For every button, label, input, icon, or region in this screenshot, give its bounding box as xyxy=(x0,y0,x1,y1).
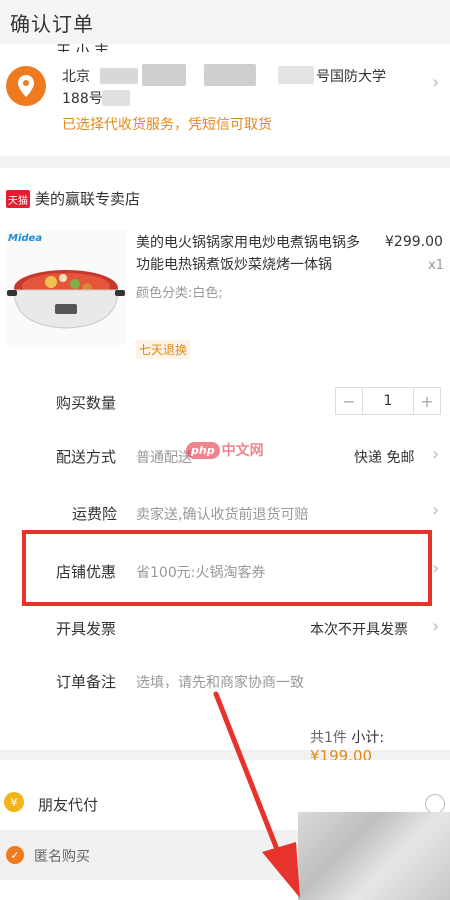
watermark-logo: php 中文网 xyxy=(186,440,264,460)
location-pin-icon xyxy=(6,66,46,106)
chevron-right-icon: › xyxy=(432,616,440,637)
quantity-stepper[interactable]: − 1 + xyxy=(335,387,441,415)
invoice-option[interactable]: 本次不开具发票 xyxy=(310,619,408,639)
insurance-label: 运费险 xyxy=(72,505,118,523)
shop-name[interactable]: 美的赢联专卖店 xyxy=(35,188,140,209)
item-count: 共1件 xyxy=(310,730,347,746)
watermark-text: 中文网 xyxy=(221,443,264,459)
seven-day-return-tag: 七天退换 xyxy=(136,340,191,359)
address-redacted xyxy=(102,90,130,106)
address-line-1: 北京 xyxy=(62,69,90,85)
address-card[interactable]: 王小丰 北京 号国防大学 188号 已选择代收货服务，凭短信可取货 › xyxy=(0,42,450,156)
address-redacted xyxy=(204,64,256,86)
decrement-button[interactable]: − xyxy=(336,388,362,414)
blurred-overlay xyxy=(298,812,450,900)
subtotal-label: 小计: xyxy=(351,730,385,746)
coin-icon: ¥ xyxy=(4,792,24,812)
order-remark-input[interactable]: 选填，请先和商家协商一致 xyxy=(136,672,304,692)
order-remark-label: 订单备注 xyxy=(56,673,117,691)
chevron-right-icon: › xyxy=(432,558,440,579)
highlight-box xyxy=(22,530,432,606)
address-line-1-end: 号国防大学 xyxy=(316,69,386,85)
watermark-php: php xyxy=(186,441,220,459)
product-price: ¥299.00 xyxy=(385,234,443,250)
address-name-cut: 王小丰 xyxy=(56,42,114,52)
delivery-value: 普通配送 xyxy=(136,450,192,466)
delivery-label: 配送方式 xyxy=(56,448,117,466)
address-redacted xyxy=(100,68,138,84)
product-spec: 颜色分类:白色; xyxy=(136,286,223,301)
brand-logo: Midea xyxy=(8,233,43,244)
check-icon[interactable]: ✓ xyxy=(6,846,24,864)
delivery-option[interactable]: 快递 免邮 xyxy=(354,447,414,467)
increment-button[interactable]: + xyxy=(414,388,440,414)
friend-pay-radio[interactable] xyxy=(425,794,445,814)
chevron-right-icon: › xyxy=(432,500,440,521)
invoice-label: 开具发票 xyxy=(56,620,117,638)
page-title: 确认订单 xyxy=(0,0,450,44)
pickup-service-note: 已选择代收货服务，凭短信可取货 xyxy=(62,117,272,133)
address-redacted xyxy=(142,64,186,86)
quantity-input[interactable]: 1 xyxy=(362,388,414,414)
quantity-label: 购买数量 xyxy=(56,394,117,412)
address-line-2: 188号 xyxy=(62,91,103,107)
chevron-right-icon: › xyxy=(432,444,440,465)
anonymous-purchase-label: 匿名购买 xyxy=(34,849,90,865)
product-qty: x1 xyxy=(428,258,444,273)
address-redacted xyxy=(278,66,314,84)
tmall-badge-icon: 天猫 xyxy=(6,190,30,208)
friend-pay-label[interactable]: 朋友代付 xyxy=(38,794,98,815)
insurance-value[interactable]: 卖家送,确认收货前退货可赔 xyxy=(136,504,308,524)
chevron-right-icon: › xyxy=(432,72,440,93)
product-image[interactable]: Midea xyxy=(5,230,127,345)
product-title[interactable]: 美的电火锅锅家用电炒电煮锅电锅多功能电热锅煮饭炒菜烧烤一体锅 xyxy=(136,232,372,276)
